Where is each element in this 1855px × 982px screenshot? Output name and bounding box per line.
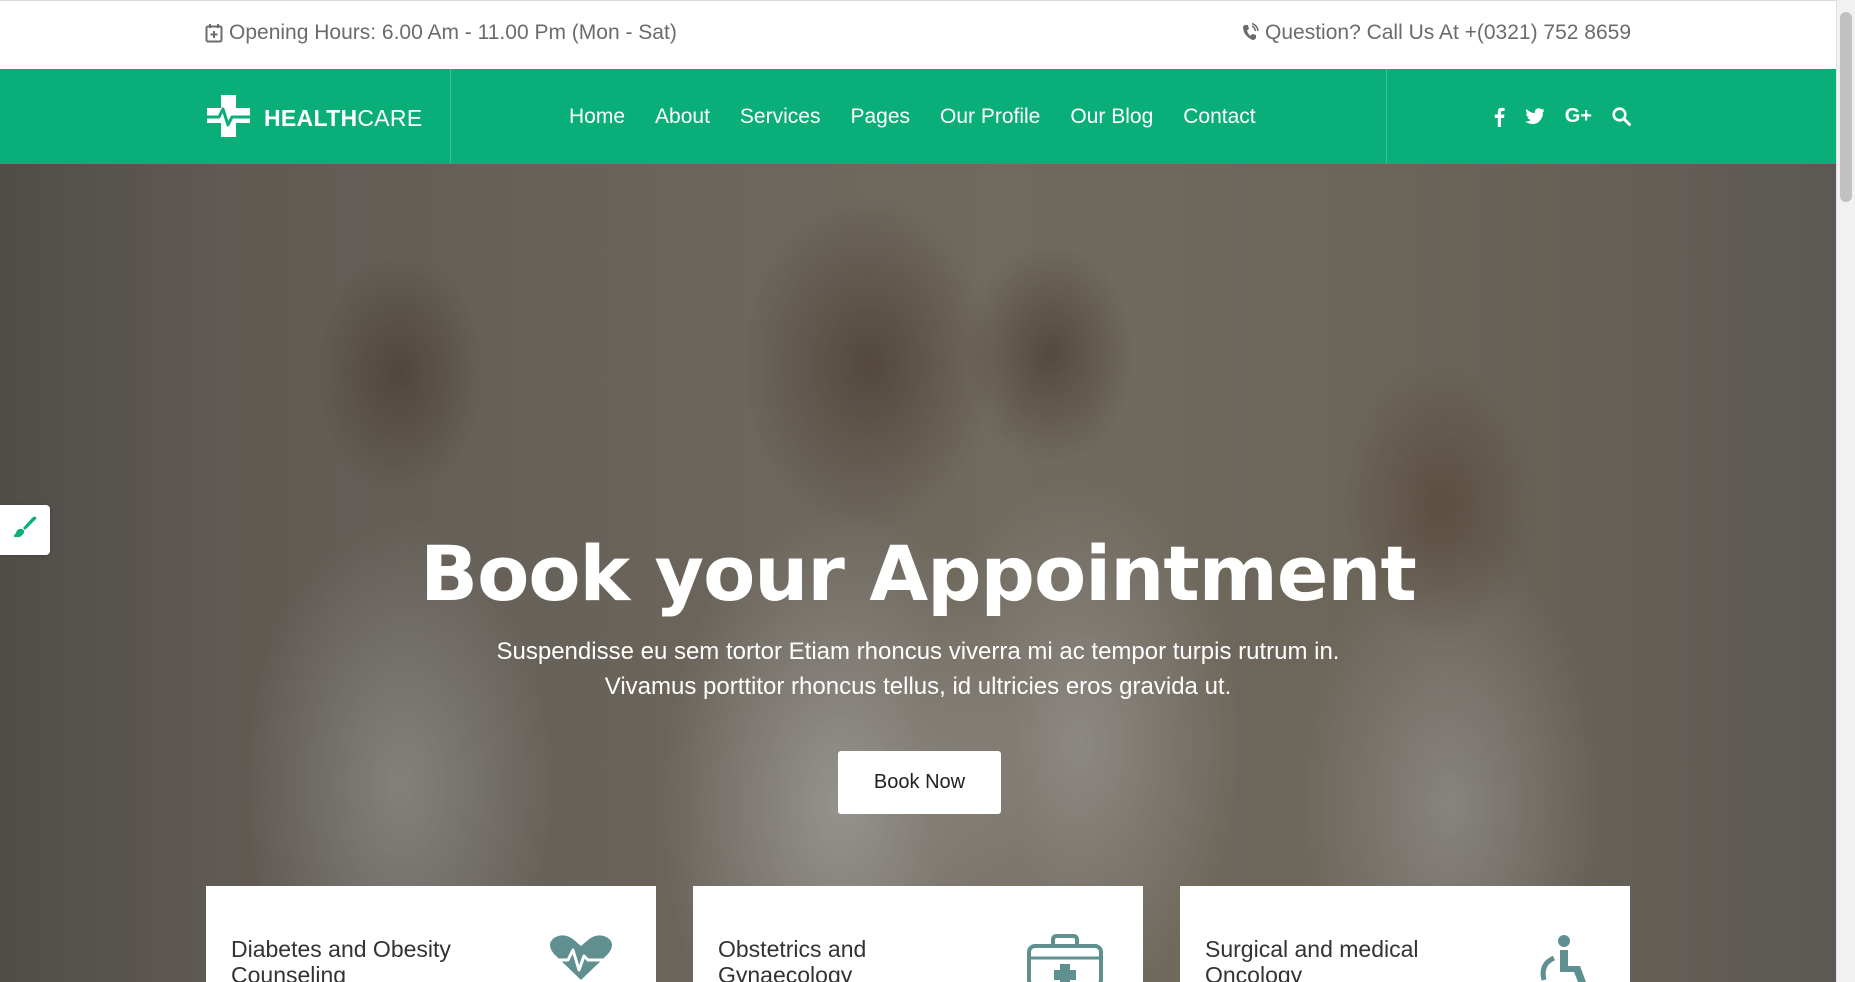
heart-pulse-icon: [546, 934, 616, 982]
opening-hours-text: Opening Hours: 6.00 Am - 11.00 Pm (Mon -…: [229, 21, 677, 44]
nav-divider-left: [450, 69, 451, 164]
page-scrollbar[interactable]: [1836, 0, 1855, 982]
nav-item-contact[interactable]: Contact: [1168, 105, 1270, 129]
nav-item-our-profile[interactable]: Our Profile: [925, 105, 1055, 129]
social-links: G+: [1494, 69, 1631, 164]
hero-banner: Book your Appointment Suspendisse eu sem…: [0, 164, 1836, 982]
hero-title: Book your Appointment: [420, 529, 1417, 618]
nav-item-home[interactable]: Home: [569, 105, 640, 129]
scrollbar-thumb[interactable]: [1840, 12, 1852, 202]
brand-logo[interactable]: HEALTHCARE: [205, 93, 422, 144]
contact-phone: Question? Call Us At +(0321) 752 8659: [1241, 21, 1631, 45]
theme-customizer-button[interactable]: [0, 505, 50, 555]
wheelchair-icon: [1534, 934, 1590, 982]
hero-subtitle-line-2: Vivamus porttitor rhoncus tellus, id ult…: [604, 673, 1232, 700]
nav-item-about[interactable]: About: [640, 105, 725, 129]
top-info-bar: Opening Hours: 6.00 Am - 11.00 Pm (Mon -…: [0, 0, 1836, 69]
service-card-obstetrics[interactable]: Obstetrics and Gynaecology: [693, 886, 1143, 982]
service-card-title: Surgical and medical Oncology: [1205, 936, 1419, 982]
paint-brush-icon: [12, 515, 38, 546]
nav-item-pages[interactable]: Pages: [835, 105, 925, 129]
nav-menu: Home About Services Pages Our Profile Ou…: [569, 69, 1271, 164]
service-card-diabetes[interactable]: Diabetes and Obesity Counseling: [206, 886, 656, 982]
medical-kit-icon: [1027, 934, 1103, 982]
main-navbar: HEALTHCARE Home About Services Pages Our…: [0, 69, 1836, 164]
brand-name: HEALTHCARE: [264, 105, 423, 131]
twitter-icon[interactable]: [1524, 108, 1545, 125]
search-icon[interactable]: [1612, 107, 1631, 126]
service-card-oncology[interactable]: Surgical and medical Oncology: [1180, 886, 1630, 982]
nav-divider-right: [1386, 69, 1387, 164]
service-card-title: Obstetrics and Gynaecology: [718, 936, 867, 982]
hero-subtitle-line-1: Suspendisse eu sem tortor Etiam rhoncus …: [496, 638, 1340, 665]
book-now-button[interactable]: Book Now: [838, 751, 1001, 814]
calendar-plus-icon: [205, 23, 223, 43]
nav-item-services[interactable]: Services: [725, 105, 836, 129]
phone-volume-icon: [1241, 23, 1259, 43]
facebook-icon[interactable]: [1494, 107, 1505, 127]
medical-cross-icon: [205, 93, 252, 144]
opening-hours: Opening Hours: 6.00 Am - 11.00 Pm (Mon -…: [205, 21, 677, 45]
nav-item-our-blog[interactable]: Our Blog: [1055, 105, 1168, 129]
service-card-title: Diabetes and Obesity Counseling: [231, 936, 451, 982]
google-plus-icon[interactable]: G+: [1565, 105, 1592, 128]
phone-text: Question? Call Us At +(0321) 752 8659: [1265, 21, 1631, 44]
hero-subtitle: Suspendisse eu sem tortor Etiam rhoncus …: [0, 634, 1836, 704]
